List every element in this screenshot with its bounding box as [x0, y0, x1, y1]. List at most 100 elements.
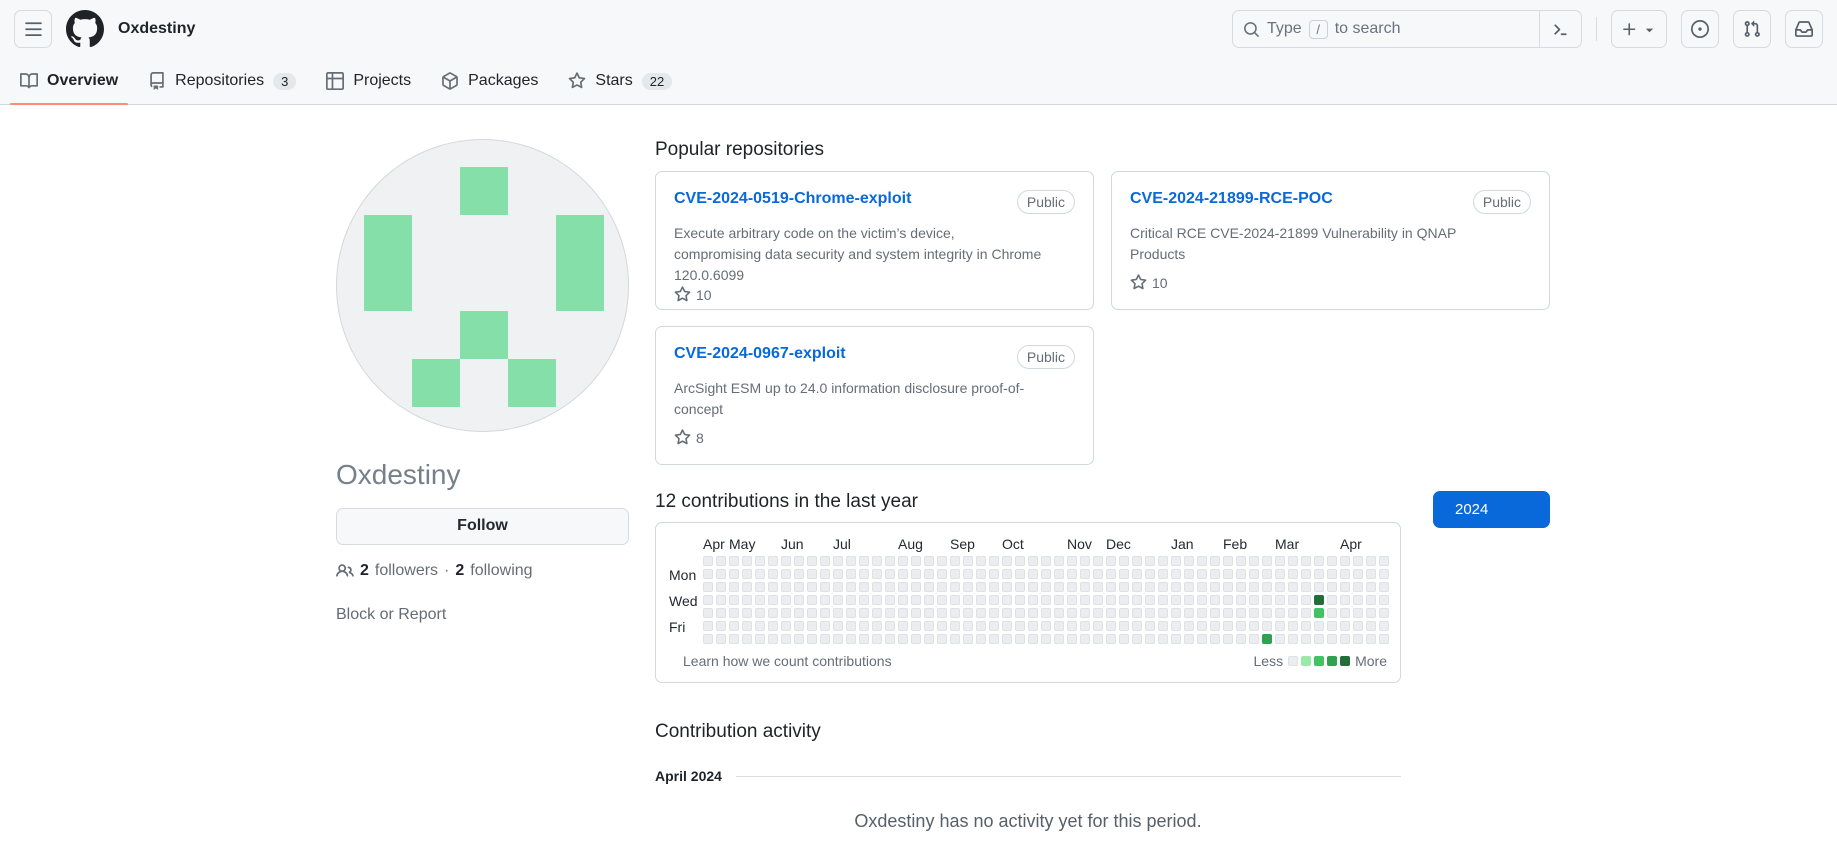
contribution-cell[interactable]: [963, 608, 973, 618]
contribution-cell[interactable]: [716, 582, 726, 592]
contribution-cell[interactable]: [729, 556, 739, 566]
contribution-cell[interactable]: [1028, 582, 1038, 592]
contribution-cell[interactable]: [1093, 634, 1103, 644]
contribution-cell[interactable]: [729, 608, 739, 618]
contribution-cell[interactable]: [872, 556, 882, 566]
contribution-cell[interactable]: [898, 608, 908, 618]
contribution-cell[interactable]: [1223, 595, 1233, 605]
contribution-cell[interactable]: [820, 621, 830, 631]
contribution-cell[interactable]: [807, 595, 817, 605]
contribution-cell[interactable]: [1145, 608, 1155, 618]
contribution-cell[interactable]: [846, 582, 856, 592]
contribution-cell[interactable]: [1093, 595, 1103, 605]
contribution-cell[interactable]: [1288, 621, 1298, 631]
contribution-cell[interactable]: [872, 582, 882, 592]
year-2024-button[interactable]: 2024: [1433, 491, 1550, 528]
tab-stars[interactable]: Stars 22: [558, 58, 682, 104]
contribution-cell[interactable]: [1093, 569, 1103, 579]
contribution-cell[interactable]: [898, 595, 908, 605]
contribution-cell[interactable]: [820, 569, 830, 579]
contribution-cell[interactable]: [885, 582, 895, 592]
contribution-cell[interactable]: [742, 556, 752, 566]
contribution-cell[interactable]: [1041, 556, 1051, 566]
contribution-cell[interactable]: [1158, 608, 1168, 618]
contribution-cell[interactable]: [716, 569, 726, 579]
contribution-cell[interactable]: [1197, 634, 1207, 644]
contribution-cell[interactable]: [703, 569, 713, 579]
contribution-cell[interactable]: [989, 621, 999, 631]
tab-repositories[interactable]: Repositories 3: [138, 58, 306, 104]
contribution-cell[interactable]: [1145, 556, 1155, 566]
contribution-cell[interactable]: [976, 595, 986, 605]
contribution-cell[interactable]: [1301, 582, 1311, 592]
contribution-cell[interactable]: [1158, 621, 1168, 631]
contribution-cell[interactable]: [742, 582, 752, 592]
contribution-cell[interactable]: [1210, 608, 1220, 618]
contribution-cell[interactable]: [1132, 595, 1142, 605]
contribution-cell[interactable]: [1288, 582, 1298, 592]
contribution-cell[interactable]: [1197, 608, 1207, 618]
contribution-cell[interactable]: [1171, 608, 1181, 618]
contribution-cell[interactable]: [1314, 582, 1324, 592]
create-new-button[interactable]: [1611, 10, 1667, 48]
contribution-cell[interactable]: [716, 556, 726, 566]
contribution-cell[interactable]: [924, 595, 934, 605]
contribution-cell[interactable]: [755, 634, 765, 644]
contribution-cell[interactable]: [1366, 582, 1376, 592]
contribution-cell[interactable]: [1132, 582, 1142, 592]
repo-star-count[interactable]: 10: [696, 287, 712, 303]
contribution-cell[interactable]: [885, 556, 895, 566]
contribution-cell[interactable]: [1249, 556, 1259, 566]
contribution-cell[interactable]: [1197, 621, 1207, 631]
contribution-cell[interactable]: [963, 621, 973, 631]
contribution-cell[interactable]: [950, 556, 960, 566]
contribution-cell[interactable]: [1015, 634, 1025, 644]
contribution-cell[interactable]: [1132, 556, 1142, 566]
contribution-cell[interactable]: [1080, 608, 1090, 618]
contribution-cell[interactable]: [1249, 634, 1259, 644]
contribution-cell[interactable]: [1184, 582, 1194, 592]
contribution-cell[interactable]: [1327, 582, 1337, 592]
contribution-cell[interactable]: [1262, 569, 1272, 579]
contribution-cell[interactable]: [1353, 595, 1363, 605]
contribution-cell[interactable]: [1379, 608, 1389, 618]
contribution-cell[interactable]: [1236, 621, 1246, 631]
contribution-cell[interactable]: [924, 621, 934, 631]
contribution-cell[interactable]: [1288, 569, 1298, 579]
contribution-cell[interactable]: [1197, 582, 1207, 592]
contribution-cell[interactable]: [1236, 569, 1246, 579]
contribution-cell[interactable]: [1353, 634, 1363, 644]
contribution-cell[interactable]: [872, 608, 882, 618]
contribution-cell[interactable]: [794, 634, 804, 644]
contribution-cell[interactable]: [1262, 556, 1272, 566]
contribution-cell[interactable]: [989, 608, 999, 618]
contribution-cell[interactable]: [976, 621, 986, 631]
contribution-cell[interactable]: [1054, 608, 1064, 618]
contribution-cell[interactable]: [1210, 569, 1220, 579]
contribution-cell[interactable]: [1327, 634, 1337, 644]
contribution-cell[interactable]: [989, 582, 999, 592]
contribution-cell[interactable]: [755, 556, 765, 566]
contribution-cell[interactable]: [1314, 608, 1324, 618]
follow-button[interactable]: Follow: [336, 508, 629, 545]
contribution-cell[interactable]: [872, 634, 882, 644]
contribution-cell[interactable]: [1002, 608, 1012, 618]
contribution-cell[interactable]: [807, 634, 817, 644]
contribution-cell[interactable]: [1236, 595, 1246, 605]
contribution-cell[interactable]: [1327, 621, 1337, 631]
hamburger-menu-button[interactable]: [14, 10, 52, 48]
contribution-cell[interactable]: [846, 595, 856, 605]
contribution-cell[interactable]: [820, 582, 830, 592]
contribution-cell[interactable]: [781, 556, 791, 566]
tab-projects[interactable]: Projects: [316, 58, 421, 104]
contribution-cell[interactable]: [1249, 621, 1259, 631]
contribution-cell[interactable]: [1041, 582, 1051, 592]
contribution-cell[interactable]: [846, 621, 856, 631]
contribution-cell[interactable]: [1340, 634, 1350, 644]
contribution-cell[interactable]: [1015, 569, 1025, 579]
contribution-cell[interactable]: [1340, 621, 1350, 631]
contribution-cell[interactable]: [1119, 634, 1129, 644]
contribution-cell[interactable]: [1340, 569, 1350, 579]
contribution-cell[interactable]: [846, 608, 856, 618]
contribution-cell[interactable]: [1132, 608, 1142, 618]
